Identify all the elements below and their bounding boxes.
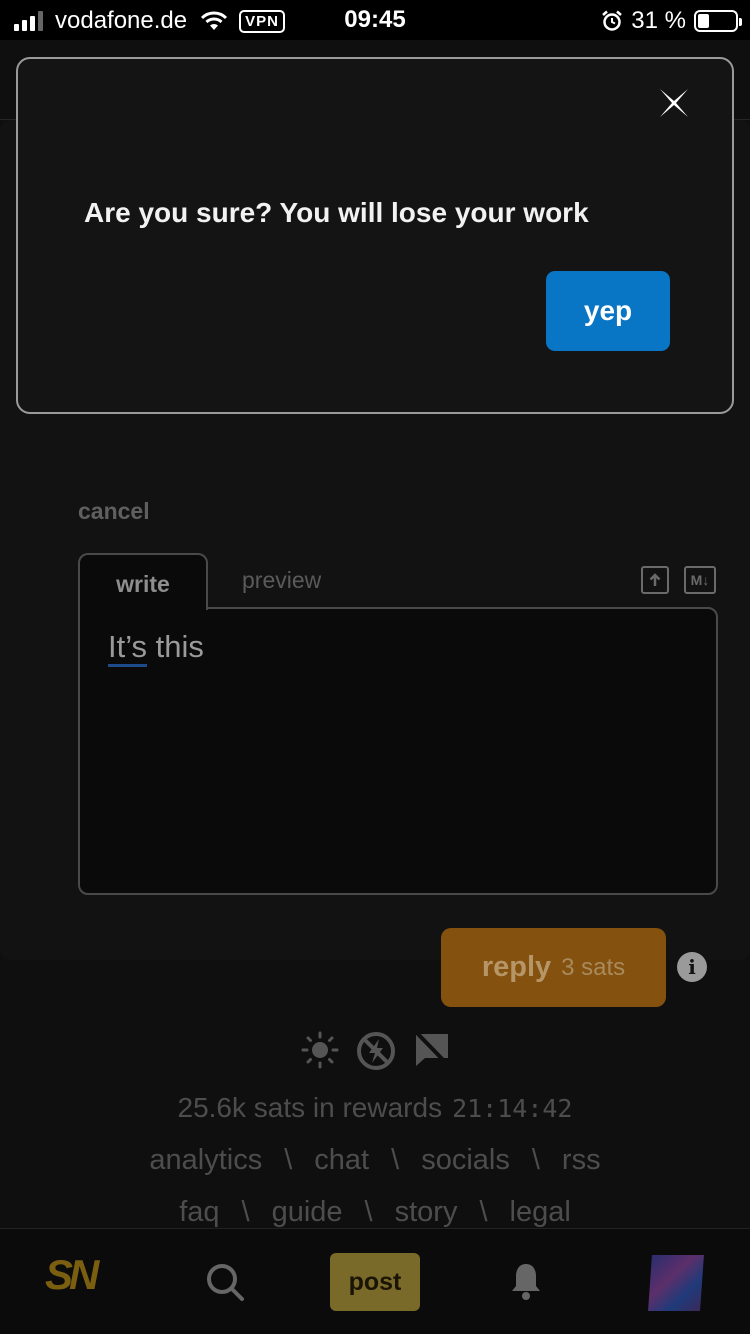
rewards-text[interactable]: 25.6k sats in rewards	[178, 1092, 443, 1123]
search-icon[interactable]	[204, 1261, 246, 1303]
avatar[interactable]	[648, 1255, 704, 1311]
link-analytics[interactable]: analytics	[149, 1144, 262, 1176]
info-icon[interactable]: i	[677, 952, 707, 982]
link-separator: \	[364, 1196, 373, 1228]
link-guide[interactable]: guide	[272, 1196, 343, 1228]
alarm-icon	[602, 10, 623, 31]
reply-text: It’s this	[108, 629, 204, 667]
link-separator: \	[241, 1196, 250, 1228]
markdown-icon[interactable]: M↓	[684, 566, 716, 594]
link-separator: \	[391, 1144, 400, 1176]
confirm-button[interactable]: yep	[546, 271, 670, 351]
upload-icon[interactable]	[641, 566, 669, 594]
post-button[interactable]: post	[330, 1253, 420, 1311]
tab-write[interactable]: write	[78, 553, 208, 610]
link-separator: \	[284, 1144, 293, 1176]
footer-icons	[300, 1030, 450, 1070]
link-separator: \	[479, 1196, 488, 1228]
battery-percent: 31 %	[631, 7, 686, 34]
reply-button-label: reply	[481, 951, 552, 983]
rewards-line: 25.6k sats in rewards 21:14:42	[0, 1092, 750, 1124]
cancel-link[interactable]: cancel	[78, 498, 150, 525]
reply-textarea[interactable]: It’s this	[78, 607, 718, 895]
link-socials[interactable]: socials	[421, 1144, 510, 1176]
link-faq[interactable]: faq	[179, 1196, 219, 1228]
status-right: 31 %	[601, 7, 742, 35]
battery-icon	[694, 10, 742, 32]
footer-links-row-2: faq \ guide \ story \ legal	[0, 1196, 750, 1229]
lightning-off-icon[interactable]	[355, 1030, 397, 1072]
tab-preview[interactable]: preview	[242, 567, 321, 594]
dialog-message: Are you sure? You will lose your work	[84, 197, 589, 228]
footer-links-row-1: analytics \ chat \ socials \ rss	[0, 1144, 750, 1177]
reply-cost: 3 sats	[561, 953, 626, 981]
misspelled-word: It’s	[108, 629, 148, 667]
sun-icon[interactable]	[300, 1030, 340, 1070]
link-legal[interactable]: legal	[510, 1196, 571, 1228]
reply-button[interactable]: reply 3 sats	[441, 928, 666, 1007]
battery-fill	[698, 14, 710, 28]
bell-icon[interactable]	[510, 1261, 542, 1301]
link-separator: \	[531, 1144, 540, 1176]
reply-text-rest: this	[147, 629, 204, 664]
status-bar: vodafone.de VPN 09:45 31 %	[0, 0, 750, 40]
rewards-timer: 21:14:42	[452, 1094, 573, 1123]
link-story[interactable]: story	[395, 1196, 458, 1228]
close-icon[interactable]	[656, 85, 692, 121]
editor-tabs: write preview M↓	[78, 553, 718, 610]
sn-logo[interactable]: SN	[45, 1251, 99, 1299]
link-chat[interactable]: chat	[314, 1144, 369, 1176]
chat-off-icon[interactable]	[413, 1030, 451, 1068]
bottom-nav: SN post	[0, 1228, 750, 1334]
link-rss[interactable]: rss	[562, 1144, 601, 1176]
confirm-dialog: Are you sure? You will lose your work ye…	[16, 57, 734, 414]
